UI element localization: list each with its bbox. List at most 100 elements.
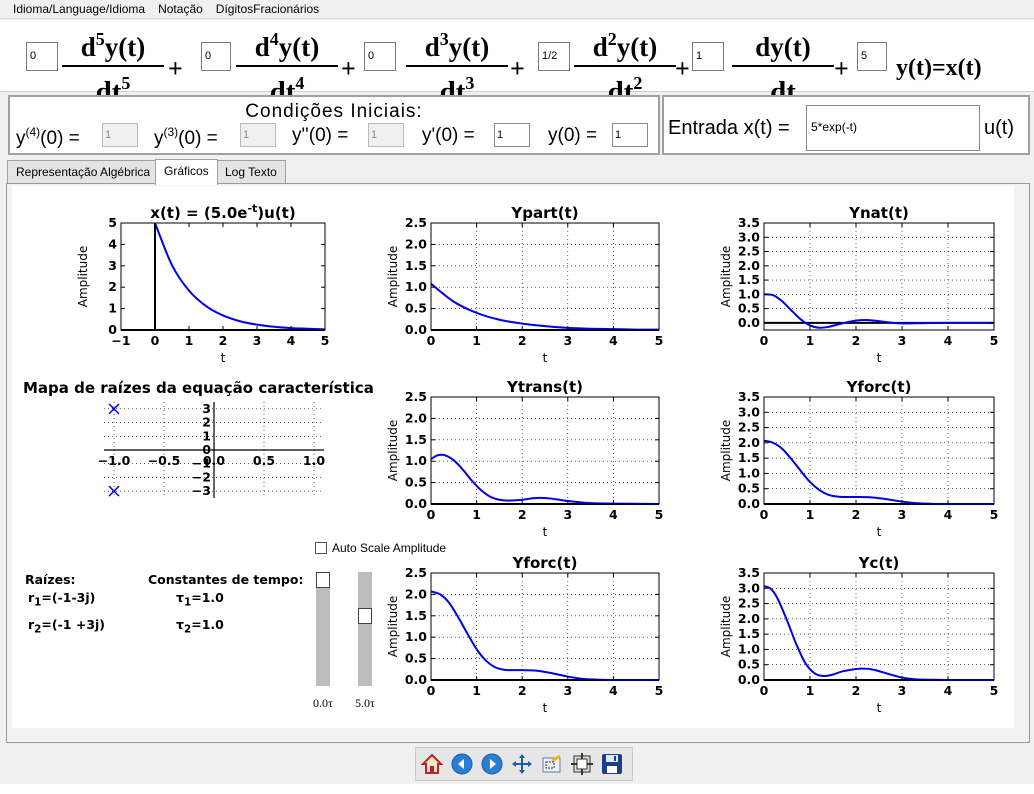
y-tick-label: 3 [202, 401, 211, 416]
x-tick-label: 1 [472, 507, 481, 522]
coef-d3-input[interactable]: 0 [364, 42, 396, 71]
menu-language[interactable]: Idioma/Language/Idioma [13, 2, 145, 16]
axes-frame [763, 396, 995, 505]
y-tick-label: 2 [202, 415, 211, 430]
time-slider-end[interactable] [358, 572, 372, 686]
axes-frame [430, 222, 660, 331]
menu-fraction-digits[interactable]: DígitosFracionários [216, 2, 319, 16]
tab-algebraic-representation[interactable]: Representação Algébrica [7, 160, 160, 184]
tab-graphs[interactable]: Gráficos [155, 159, 218, 185]
x-tick-label: 2 [219, 333, 228, 348]
y-tick-label: 1.5 [738, 626, 760, 641]
x-tick-label: 2 [852, 683, 861, 698]
y-axis-label: Amplitude [719, 420, 733, 482]
y-tick-label: −3 [192, 483, 211, 498]
x-tick-label: 4 [609, 507, 618, 522]
y-tick-label: −2 [192, 469, 211, 484]
x-tick-label: 5 [321, 333, 330, 348]
x-tick-label: 3 [563, 333, 572, 348]
x-tick-label: 1 [185, 333, 194, 348]
auto-scale-label[interactable]: Auto Scale Amplitude [332, 541, 446, 555]
y-tick-label: 3.0 [738, 229, 760, 244]
axes-frame [763, 572, 995, 681]
y-tick-label: 2.0 [738, 258, 760, 273]
x-tick-label: 5 [990, 507, 999, 522]
ic-label-y2: y''(0) = [292, 125, 349, 146]
coef-d1-input[interactable]: 1 [692, 42, 724, 71]
x-tick-label: 0 [151, 333, 160, 348]
coef-d4-input[interactable]: 0 [201, 42, 231, 71]
y-tick-label: 0.5 [738, 301, 760, 316]
ic-label-y1: y'(0) = [422, 125, 475, 146]
x-axis-label: t [543, 525, 548, 539]
menu-notation[interactable]: Notação [158, 2, 203, 16]
differential-equation-row: 0 d5y(t) dt5 + 0 d4y(t) dt4 + 0 d3y(t) d… [0, 20, 1034, 107]
ic-label-y3: y(3)(0) = [154, 125, 218, 149]
x-tick-label: 4 [287, 333, 296, 348]
plot-title-yc: Yc(t) [858, 554, 900, 572]
time-constant-1: τ1=1.0 [176, 590, 224, 609]
y-tick-label: 0.5 [405, 475, 427, 490]
y-axis-label: Amplitude [719, 246, 733, 308]
time-slider-start[interactable] [316, 572, 330, 686]
y-tick-label: 2.0 [405, 586, 427, 601]
y-tick-label: 2.0 [738, 435, 760, 450]
x-tick-label: 1 [806, 507, 815, 522]
coef-d2-input[interactable]: 1/2 [538, 42, 570, 71]
time-constant-2: τ2=1.0 [176, 617, 224, 636]
axes-frame [763, 222, 995, 331]
configure-subplots-icon[interactable] [568, 750, 596, 778]
y-axis-label: Amplitude [386, 596, 400, 658]
slider-start-handle[interactable] [316, 572, 330, 588]
ic-y0-input[interactable]: 1 [612, 123, 648, 147]
tab-text-log[interactable]: Log Texto [216, 160, 286, 184]
equation-rhs: y(t)=x(t) [896, 55, 982, 81]
x-tick-label: 3 [898, 683, 907, 698]
figure-canvas: −1 0 1 2 3 4 5 0 1 2 3 4 5 t Amplitude x(t) = (5.0e-t)u… [12, 186, 1014, 728]
ic-y2-input[interactable]: 1 [368, 123, 404, 147]
x-tick-label: 1.0 [303, 453, 325, 468]
home-icon[interactable] [418, 750, 446, 778]
x-tick-label: 2 [518, 683, 527, 698]
y-tick-label: 0.0 [405, 672, 427, 687]
plot-ytrans: 0 1 2 3 4 5 0.0 0.5 1.0 1.5 2.0 2.5 t Amplitude Ytrans… [386, 378, 663, 539]
x-tick-label: 2 [518, 507, 527, 522]
y-tick-label: 2.5 [405, 565, 427, 580]
x-tick-label: 5 [655, 333, 664, 348]
forward-arrow-icon[interactable] [478, 750, 506, 778]
zoom-icon[interactable] [538, 750, 566, 778]
ic-y1-input[interactable]: 1 [494, 123, 530, 147]
ic-y4-input[interactable]: 1 [102, 123, 138, 147]
y-tick-label: 3.5 [738, 565, 760, 580]
input-signal-panel: Entrada x(t) = 5*exp(-t) u(t) [662, 95, 1030, 155]
ic-y3-input[interactable]: 1 [240, 123, 276, 147]
navigation-toolbar [415, 747, 633, 781]
x-tick-label: 2 [852, 333, 861, 348]
plus-sign: + [675, 54, 690, 83]
curve-ypart [430, 282, 660, 331]
x-tick-label: 2 [518, 333, 527, 348]
y-tick-label: 0.0 [738, 496, 760, 511]
coef-d5-input[interactable]: 0 [26, 42, 58, 71]
y-tick-label: 2.5 [405, 389, 427, 404]
plot-roots-map: −1.0 −0.5 0.0 0.5 1.0−3−2−10123 [98, 401, 326, 498]
plus-sign: + [341, 54, 356, 83]
axes-frame [430, 396, 660, 505]
y-tick-label: 0.0 [405, 322, 427, 337]
y-tick-label: 1 [108, 301, 117, 316]
coef-y-input[interactable]: 5 [857, 42, 887, 71]
input-signal-field[interactable]: 5*exp(-t) [806, 105, 980, 151]
y-tick-label: 2.5 [738, 596, 760, 611]
y-tick-label: 0.0 [738, 315, 760, 330]
curve-ytrans [430, 453, 660, 505]
back-arrow-icon[interactable] [448, 750, 476, 778]
curve-x [154, 222, 326, 331]
plot-x: −1 0 1 2 3 4 5012345tAmplitudex(t) = (5.0e-t)u… [76, 202, 329, 365]
y-tick-label: 1.0 [738, 286, 760, 301]
slider-end-handle[interactable] [358, 608, 372, 624]
auto-scale-checkbox[interactable] [315, 542, 327, 554]
save-icon[interactable] [598, 750, 626, 778]
roots-header: Raízes: [25, 572, 76, 587]
pan-icon[interactable] [508, 750, 536, 778]
y-tick-label: 1.0 [738, 465, 760, 480]
